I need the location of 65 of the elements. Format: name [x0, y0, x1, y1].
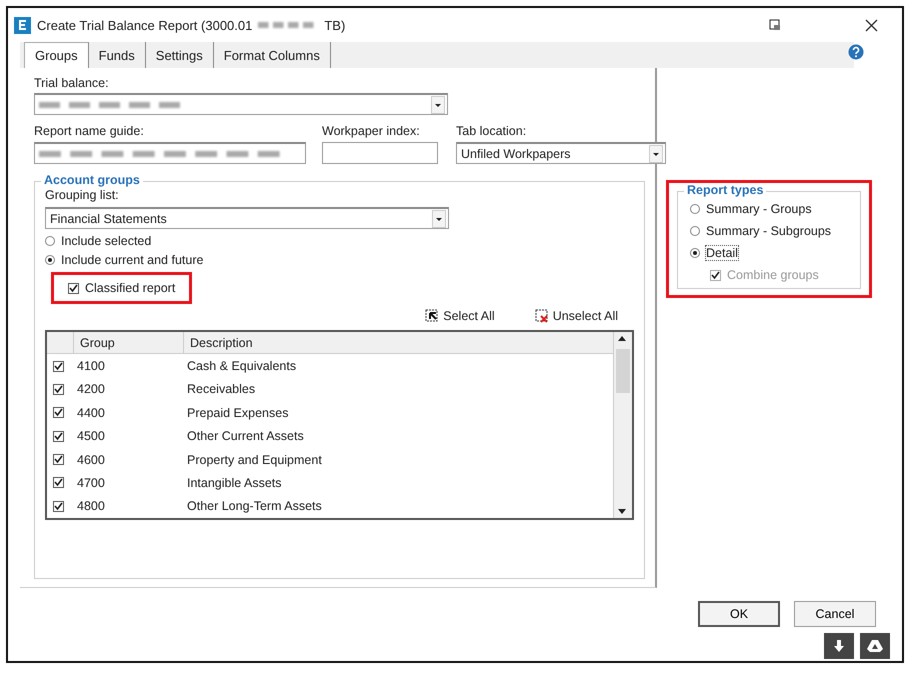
grouping-list-dropdown[interactable]: Financial Statements	[45, 207, 449, 229]
report-name-field[interactable]	[34, 142, 306, 164]
radio-button[interactable]	[45, 255, 55, 265]
scrollbar-thumb[interactable]	[616, 349, 630, 393]
tab[interactable]: Groups	[24, 42, 89, 68]
restore-icon[interactable]	[769, 19, 781, 31]
tab-location-dropdown[interactable]: Unfiled Workpapers	[456, 142, 666, 164]
table-cell-text: Cash & Equivalents	[186, 359, 298, 374]
group-title: Account groups	[41, 173, 143, 187]
field-label: Report name guide:	[34, 124, 145, 138]
checkbox[interactable]	[53, 407, 64, 418]
option-label: Include current and future	[61, 253, 204, 267]
window-title: Create Trial Balance Report (3000.01	[37, 18, 252, 32]
checkbox[interactable]	[53, 430, 64, 442]
unselect-all-icon	[534, 309, 549, 323]
radio-button[interactable]	[690, 248, 700, 258]
radio-button[interactable]	[690, 204, 700, 214]
option-label: Summary - Subgroups	[706, 224, 832, 238]
radio-button[interactable]	[45, 236, 55, 246]
checkbox[interactable]	[53, 454, 64, 466]
checkbox[interactable]	[53, 500, 64, 512]
table-cell-text: Other Current Assets	[186, 429, 305, 444]
field-label: Trial balance:	[34, 76, 110, 90]
toolbar-button[interactable]: Select All	[425, 309, 495, 323]
table-cell-text: Intangible Assets	[186, 476, 283, 490]
field-label: Grouping list:	[45, 188, 120, 202]
workpaper-index-field[interactable]	[322, 142, 438, 164]
window-title: TB)	[324, 18, 346, 32]
table-cell-text: Prepaid Expenses	[186, 406, 290, 420]
field-label: Workpaper index:	[322, 124, 421, 138]
table-cell-text: 4700	[76, 476, 106, 490]
checkbox[interactable]	[53, 360, 64, 372]
table-cell-text: 4500	[76, 429, 106, 444]
checkbox[interactable]	[53, 384, 64, 395]
table-cell-text: 4600	[76, 452, 106, 467]
tab[interactable]: Funds	[88, 42, 146, 68]
select-all-icon	[425, 309, 440, 323]
help-icon[interactable]	[848, 44, 864, 60]
table-cell-text: 4100	[76, 359, 106, 374]
app-icon	[14, 16, 31, 34]
download-icon[interactable]	[824, 633, 854, 659]
dialog-button[interactable]: Cancel	[794, 601, 876, 627]
table-cell-text: Receivables	[186, 382, 256, 396]
field-label: Tab location:	[456, 124, 528, 138]
checkbox[interactable]	[68, 282, 79, 294]
checkbox[interactable]	[53, 477, 64, 488]
option-label: Combine groups	[727, 268, 819, 282]
table-cell-text: 4400	[76, 406, 106, 420]
scrollbar[interactable]	[613, 332, 632, 518]
table-cell-text: 4800	[76, 499, 106, 514]
column-header[interactable]: Group	[73, 332, 183, 354]
group-title: Report types	[684, 183, 766, 197]
table-cell-text: Other Long-Term Assets	[186, 499, 323, 514]
tab[interactable]: Settings	[146, 42, 214, 68]
option-label: Summary - Groups	[706, 202, 812, 216]
toolbar-button[interactable]: Unselect All	[534, 309, 618, 323]
option-label: Include selected	[61, 234, 152, 248]
close-icon[interactable]	[865, 18, 878, 32]
dialog-button[interactable]: OK	[698, 601, 780, 627]
option-label: Detail	[706, 246, 738, 260]
radio-button[interactable]	[690, 226, 700, 236]
option-label: Classified report	[85, 281, 176, 295]
table-cell-text: 4200	[76, 382, 106, 396]
table-cell-text: Property and Equipment	[186, 452, 323, 467]
tab[interactable]: Format Columns	[214, 42, 331, 68]
